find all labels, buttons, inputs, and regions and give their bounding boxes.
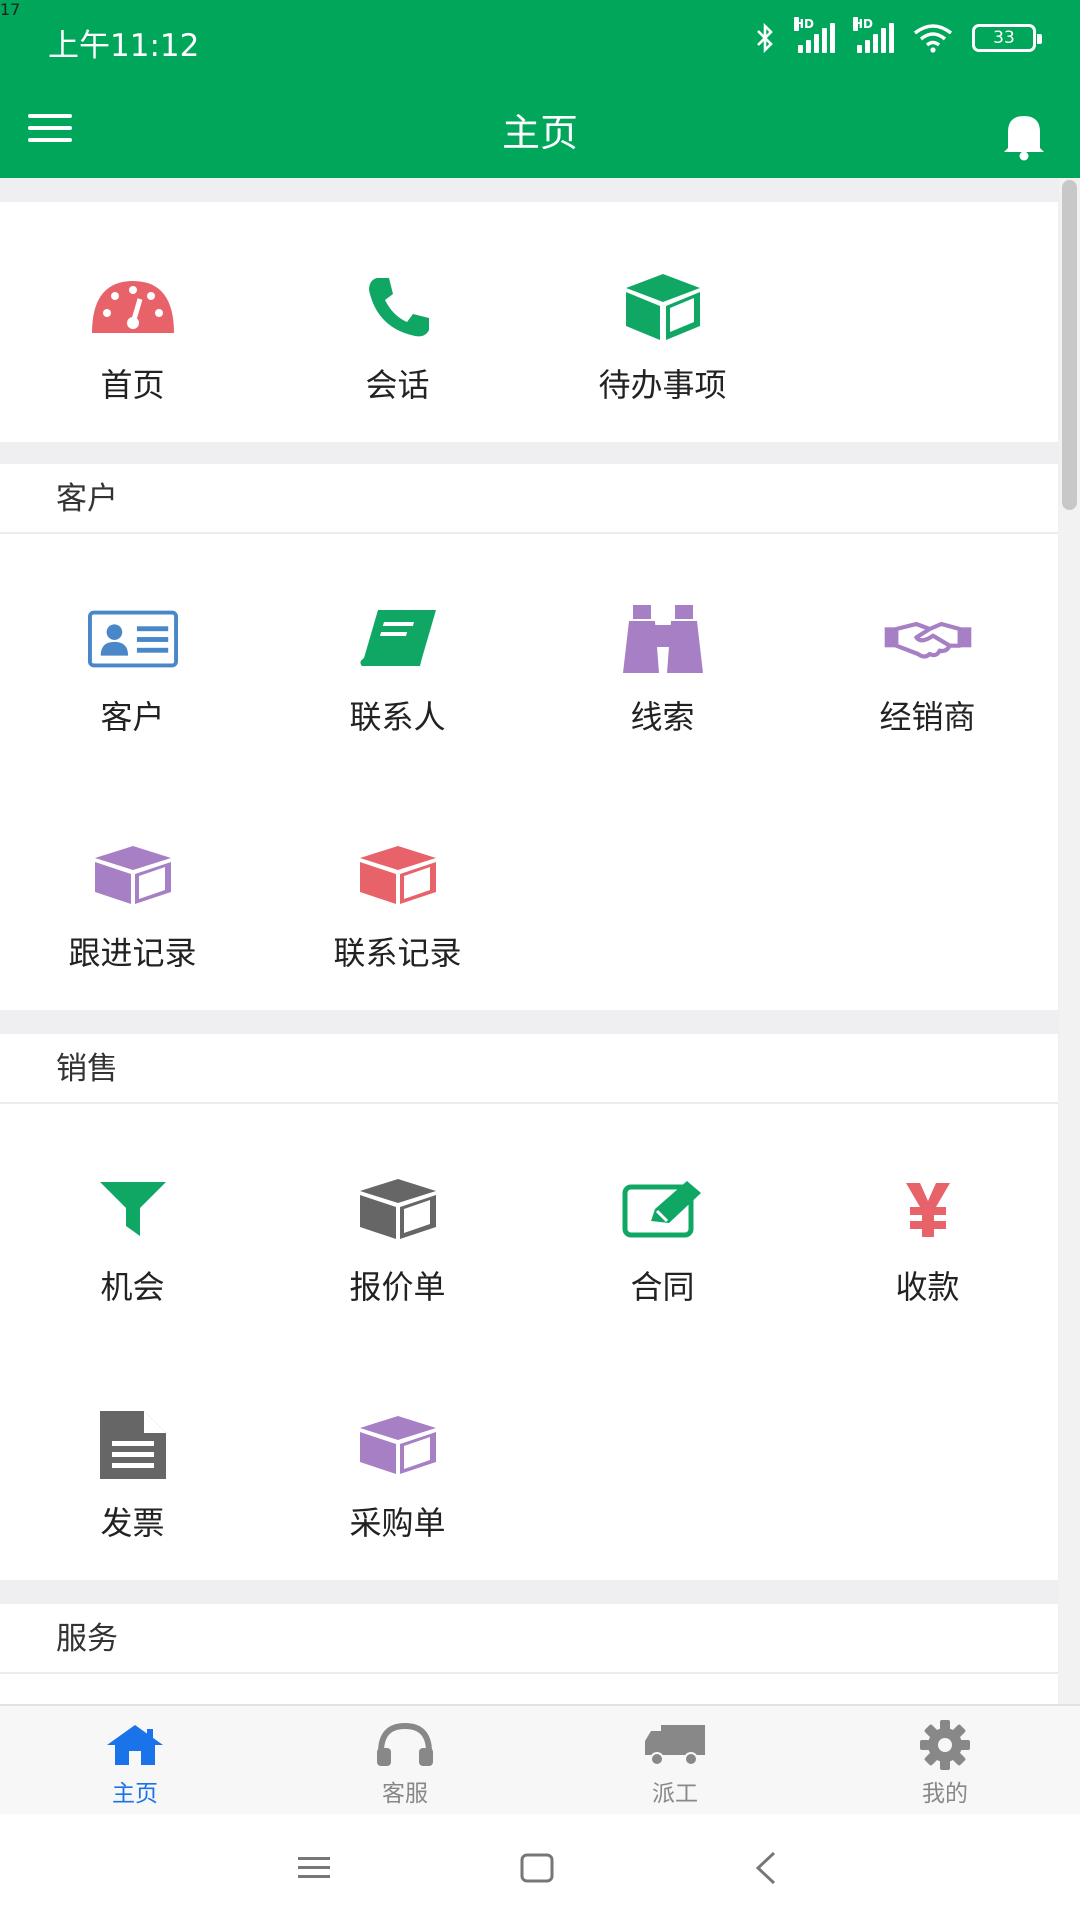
cube-icon	[353, 1164, 443, 1254]
dashboard-icon	[88, 262, 178, 352]
signal-icon: HD	[794, 17, 835, 53]
address-book-icon	[353, 594, 443, 684]
truck-icon	[643, 1720, 707, 1770]
status-icons: HD HD 33	[754, 17, 1042, 54]
sales-section: 销售 机会 报价单 合同 收款 发票 采购单	[0, 1034, 1058, 1580]
tile-quotes[interactable]: 报价单	[265, 1164, 530, 1308]
tile-contact-records[interactable]: 联系记录	[265, 830, 530, 974]
notification-bell-icon[interactable]	[994, 108, 1054, 162]
wifi-icon	[913, 24, 953, 53]
recent-apps-icon[interactable]	[284, 1840, 344, 1896]
section-title: 客户	[0, 464, 1058, 534]
tile-label: 跟进记录	[68, 934, 197, 972]
tile-label: 经销商	[879, 698, 976, 736]
nav-label: 客服	[382, 1781, 428, 1807]
tile-label: 联系记录	[333, 934, 462, 972]
tile-label: 收款	[895, 1268, 960, 1306]
tile-label: 报价单	[349, 1268, 446, 1306]
battery-icon: 33	[972, 24, 1042, 52]
tile-label: 发票	[100, 1504, 165, 1542]
binoculars-icon	[618, 594, 708, 684]
tile-label: 首页	[100, 366, 165, 404]
quick-access-card: 首页 会话 待办事项	[0, 202, 1058, 442]
section-title: 服务	[0, 1604, 1058, 1674]
home-button-icon[interactable]	[507, 1840, 567, 1896]
document-icon	[88, 1400, 178, 1490]
nav-label: 主页	[112, 1781, 158, 1807]
cube-icon	[353, 830, 443, 920]
service-section: 服务	[0, 1604, 1058, 1704]
tile-label: 客户	[100, 698, 165, 736]
nav-dispatch[interactable]: 派工	[540, 1706, 810, 1814]
tile-label: 联系人	[349, 698, 446, 736]
status-bar: 上午11:12 HD HD 33	[0, 0, 1080, 86]
tile-customer[interactable]: 客户	[0, 594, 265, 738]
hd-label: HD	[794, 17, 815, 31]
bottom-nav: 主页 客服 派工 我的	[0, 1704, 1080, 1814]
nav-home[interactable]: 主页	[0, 1706, 270, 1814]
funnel-icon	[88, 1164, 178, 1254]
battery-level: 33	[993, 28, 1015, 48]
handshake-icon	[883, 594, 973, 684]
edit-icon	[618, 1164, 708, 1254]
nav-support[interactable]: 客服	[270, 1706, 540, 1814]
scrollbar[interactable]	[1059, 178, 1080, 1704]
tile-leads[interactable]: 线索	[530, 594, 795, 738]
section-title: 销售	[0, 1034, 1058, 1104]
tile-label: 采购单	[349, 1504, 446, 1542]
tile-label: 待办事项	[598, 366, 727, 404]
tile-contracts[interactable]: 合同	[530, 1164, 795, 1308]
tile-dashboard[interactable]: 首页	[0, 262, 265, 406]
tile-label: 线索	[630, 698, 695, 736]
signal-icon-2: HD	[853, 17, 894, 53]
tile-conversation[interactable]: 会话	[265, 262, 530, 406]
back-icon[interactable]	[736, 1840, 796, 1896]
phone-icon	[353, 262, 443, 352]
headset-icon	[373, 1720, 437, 1770]
system-nav-bar	[0, 1814, 1080, 1920]
gear-icon	[913, 1720, 977, 1770]
hd-label-2: HD	[853, 17, 874, 31]
tile-purchase-orders[interactable]: 采购单	[265, 1400, 530, 1544]
nav-me[interactable]: 我的	[810, 1706, 1080, 1814]
notification-badge: 17	[0, 0, 21, 19]
status-time: 上午11:12	[48, 28, 200, 64]
bluetooth-icon	[757, 22, 773, 54]
app-bar: 主页	[0, 86, 1080, 178]
scrollbar-thumb[interactable]	[1062, 180, 1077, 510]
tile-label: 会话	[365, 366, 430, 404]
cube-icon	[353, 1400, 443, 1490]
tile-contacts[interactable]: 联系人	[265, 594, 530, 738]
page-title: 主页	[501, 111, 578, 155]
home-icon	[103, 1720, 167, 1770]
nav-label: 派工	[652, 1781, 698, 1807]
tile-todo[interactable]: 待办事项	[530, 262, 795, 406]
nav-label: 我的	[922, 1781, 968, 1807]
tile-label: 机会	[100, 1268, 165, 1306]
id-card-icon	[87, 594, 178, 684]
customer-section: 客户 客户 联系人 线索 经销商 跟进记录 联系记录	[0, 464, 1058, 1010]
tile-invoices[interactable]: 发票	[0, 1400, 265, 1544]
tile-opportunities[interactable]: 机会	[0, 1164, 265, 1308]
tile-dealers[interactable]: 经销商	[795, 594, 1060, 738]
yen-icon	[883, 1164, 973, 1254]
tile-followup-records[interactable]: 跟进记录	[0, 830, 265, 974]
tile-label: 合同	[630, 1268, 695, 1306]
tile-payments[interactable]: 收款	[795, 1164, 1060, 1308]
cube-icon	[618, 262, 708, 352]
cube-icon	[88, 830, 178, 920]
